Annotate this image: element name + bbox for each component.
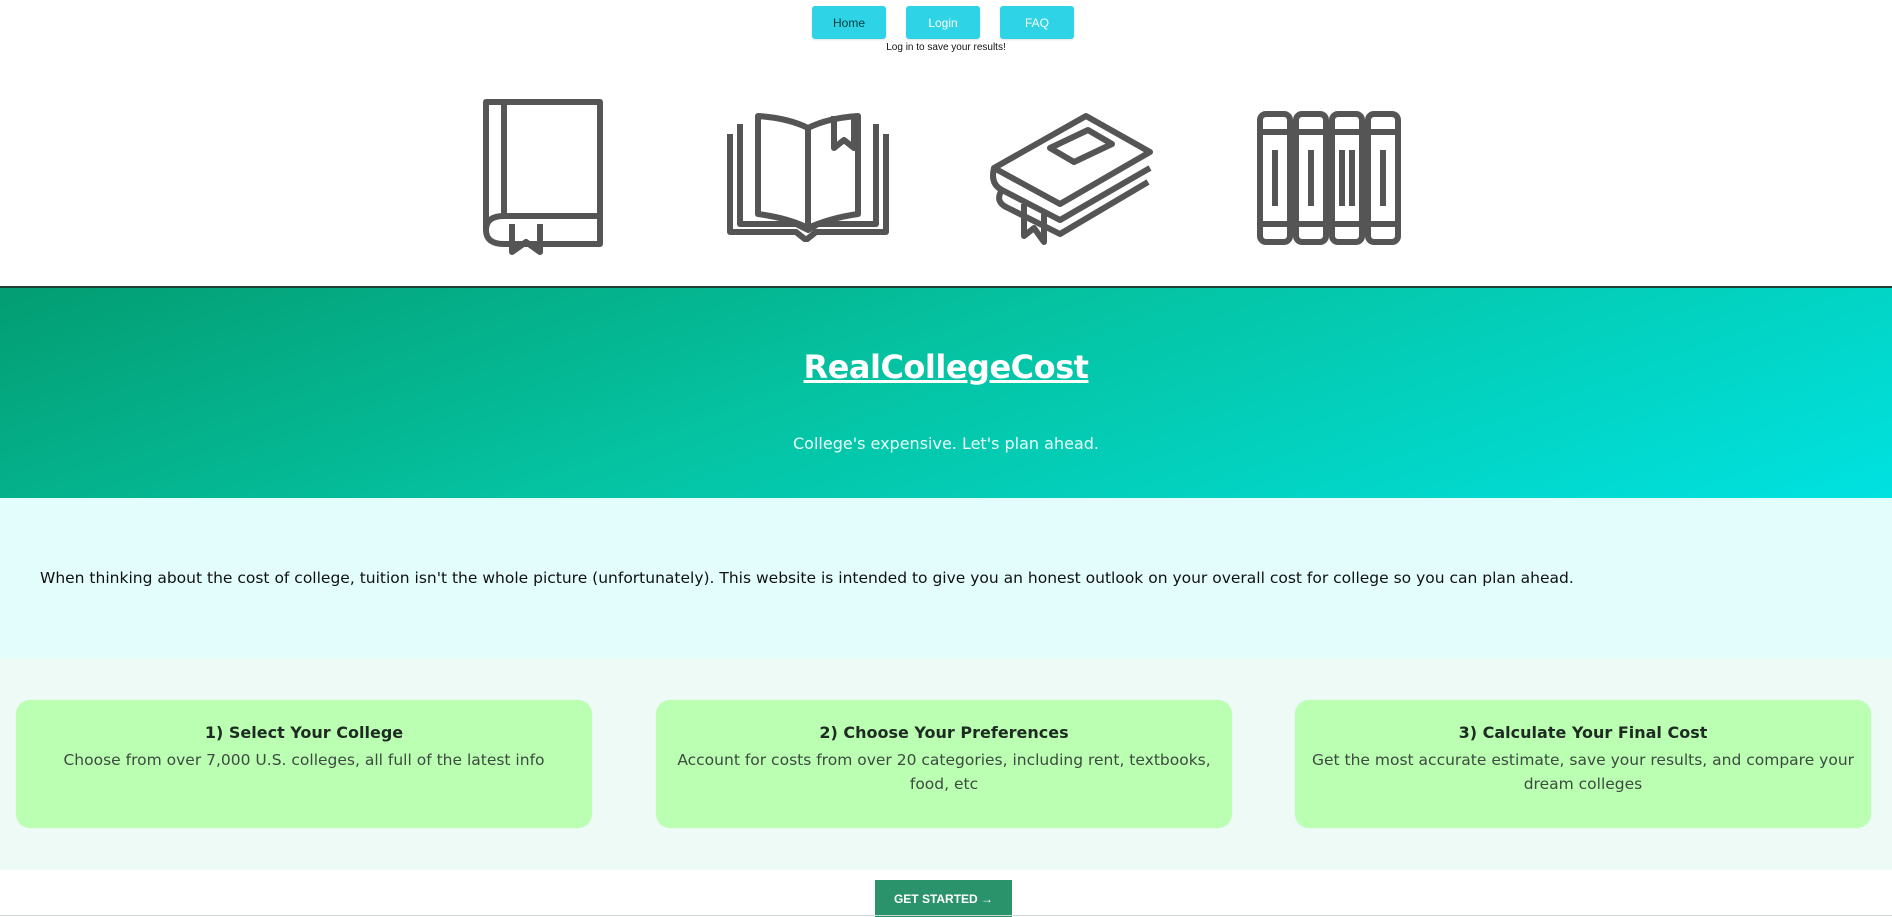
divider <box>0 915 1892 916</box>
step-description: Choose from over 7,000 U.S. colleges, al… <box>63 751 545 769</box>
step-description: Account for costs from over 20 categorie… <box>677 751 1211 793</box>
faq-button[interactable]: FAQ <box>1000 6 1074 39</box>
step-card-preferences: 2) Choose Your Preferences Account for c… <box>656 700 1232 828</box>
get-started-button[interactable]: GET STARTED → <box>875 880 1012 917</box>
closed-book-icon <box>482 96 606 259</box>
home-button[interactable]: Home <box>812 6 886 39</box>
steps-section: 1) Select Your College Choose from over … <box>0 658 1892 870</box>
intro-text: When thinking about the cost of college,… <box>40 569 1574 587</box>
site-title[interactable]: RealCollegeCost <box>0 348 1892 386</box>
lying-book-icon <box>988 112 1156 246</box>
intro-section: When thinking about the cost of college,… <box>0 498 1892 658</box>
open-book-icon <box>726 112 890 243</box>
step-title: 1) Select Your College <box>204 723 404 742</box>
step-description: Get the most accurate estimate, save you… <box>1311 751 1855 793</box>
step-title: 2) Choose Your Preferences <box>819 723 1069 742</box>
step-card-select-college: 1) Select Your College Choose from over … <box>16 700 592 828</box>
login-note: Log in to save your results! <box>886 42 1006 53</box>
hero-subtitle: College's expensive. Let's plan ahead. <box>793 434 1099 453</box>
bookshelf-icon <box>1256 110 1406 246</box>
login-button[interactable]: Login <box>906 6 980 39</box>
top-nav: Home Login FAQ <box>0 6 1892 40</box>
hero-banner: RealCollegeCost College's expensive. Let… <box>0 286 1892 500</box>
step-card-final-cost: 3) Calculate Your Final Cost Get the mos… <box>1295 700 1871 828</box>
step-title: 3) Calculate Your Final Cost <box>1458 723 1708 742</box>
